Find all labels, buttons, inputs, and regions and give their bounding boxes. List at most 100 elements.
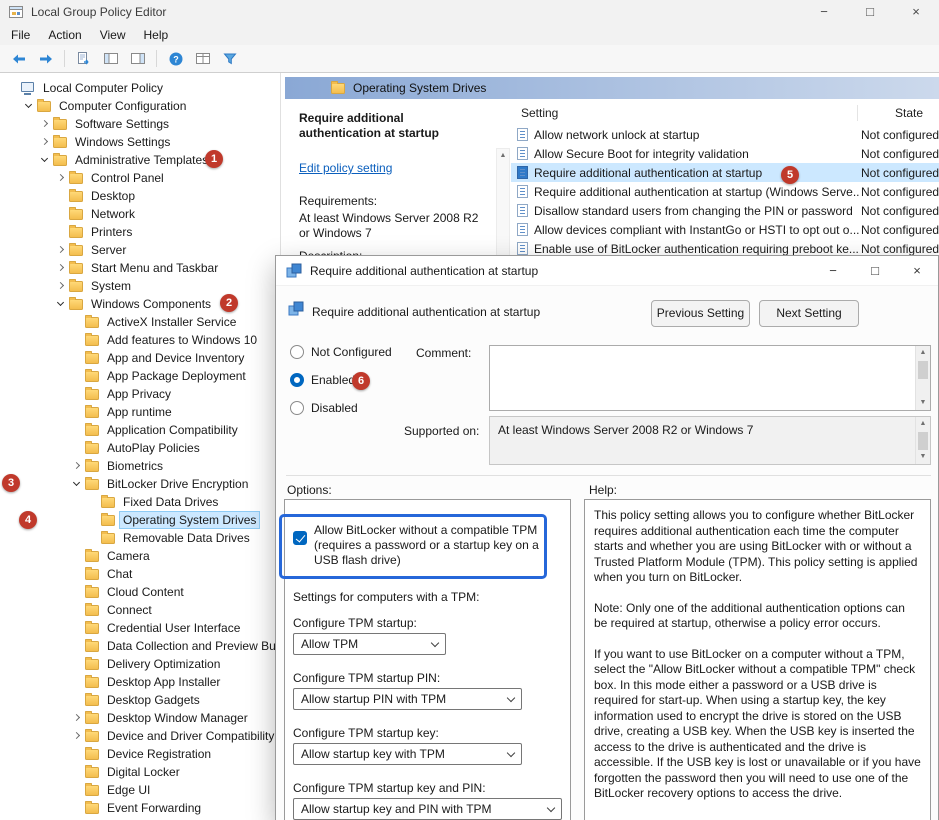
tree-item-biometrics[interactable]: Biometrics: [0, 457, 280, 475]
dialog-titlebar[interactable]: Require additional authentication at sta…: [276, 256, 938, 286]
tree-item-cloud-content[interactable]: Cloud Content: [0, 583, 280, 601]
tree-item-event-forwarding[interactable]: Event Forwarding: [0, 799, 280, 817]
setting-row[interactable]: Require additional authentication at sta…: [511, 182, 939, 201]
tree-item-activex-installer-service[interactable]: ActiveX Installer Service: [0, 313, 280, 331]
radio-button-icon[interactable]: [290, 401, 304, 415]
scroll-down-icon[interactable]: ▼: [916, 396, 930, 410]
setting-row[interactable]: Allow network unlock at startupNot confi…: [511, 125, 939, 144]
tree-item-camera[interactable]: Camera: [0, 547, 280, 565]
close-button[interactable]: ×: [893, 0, 939, 24]
tree-item-local-computer-policy[interactable]: Local Computer Policy: [0, 79, 280, 97]
tree-item-server[interactable]: Server: [0, 241, 280, 259]
expand-chevron-icon[interactable]: [54, 171, 68, 185]
menu-action[interactable]: Action: [39, 26, 90, 44]
tree-item-operating-system-drives[interactable]: Operating System Drives: [0, 511, 280, 529]
tree-item-delivery-optimization[interactable]: Delivery Optimization: [0, 655, 280, 673]
scroll-up-icon[interactable]: ▲: [916, 346, 930, 360]
tree-item-edge-ui[interactable]: Edge UI: [0, 781, 280, 799]
minimize-button[interactable]: −: [801, 0, 847, 24]
show-action-pane-icon[interactable]: [125, 47, 150, 71]
column-header-state[interactable]: State: [895, 106, 923, 120]
dialog-maximize-button[interactable]: □: [854, 256, 896, 285]
forward-icon[interactable]: [33, 47, 58, 71]
tree-item-chat[interactable]: Chat: [0, 565, 280, 583]
expand-chevron-icon[interactable]: [70, 459, 84, 473]
expand-chevron-icon[interactable]: [54, 297, 68, 311]
scroll-down-icon[interactable]: ▼: [916, 450, 930, 464]
scroll-up-icon[interactable]: ▲: [916, 417, 930, 431]
radio-disabled[interactable]: Disabled: [290, 400, 392, 415]
dropdown-configure-tpm-startup-key[interactable]: Allow startup key with TPM: [293, 743, 522, 765]
menu-view[interactable]: View: [91, 26, 135, 44]
tree-item-app-and-device-inventory[interactable]: App and Device Inventory: [0, 349, 280, 367]
next-setting-button[interactable]: Next Setting: [759, 300, 859, 327]
tree-item-data-collection-and-preview-builds[interactable]: Data Collection and Preview Builds: [0, 637, 280, 655]
expand-chevron-icon[interactable]: [38, 135, 52, 149]
menu-file[interactable]: File: [2, 26, 39, 44]
tree-item-bitlocker-drive-encryption[interactable]: BitLocker Drive Encryption: [0, 475, 280, 493]
expand-chevron-icon[interactable]: [70, 711, 84, 725]
window-titlebar[interactable]: Local Group Policy Editor − □ ×: [0, 0, 939, 24]
back-icon[interactable]: [6, 47, 31, 71]
tree-item-fixed-data-drives[interactable]: Fixed Data Drives: [0, 493, 280, 511]
comment-textarea[interactable]: ▲ ▼: [489, 345, 931, 411]
tree-item-printers[interactable]: Printers: [0, 223, 280, 241]
tree-item-windows-settings[interactable]: Windows Settings: [0, 133, 280, 151]
tree-item-removable-data-drives[interactable]: Removable Data Drives: [0, 529, 280, 547]
tree-item-control-panel[interactable]: Control Panel: [0, 169, 280, 187]
expand-chevron-icon[interactable]: [70, 477, 84, 491]
expand-chevron-icon[interactable]: [54, 243, 68, 257]
tree-item-connect[interactable]: Connect: [0, 601, 280, 619]
expand-chevron-icon[interactable]: [38, 153, 52, 167]
menu-help[interactable]: Help: [135, 26, 178, 44]
radio-button-icon[interactable]: [290, 345, 304, 359]
tree-item-app-package-deployment[interactable]: App Package Deployment: [0, 367, 280, 385]
tree-item-desktop-gadgets[interactable]: Desktop Gadgets: [0, 691, 280, 709]
column-header-setting[interactable]: Setting: [521, 106, 558, 120]
dropdown-configure-tpm-startup-pin[interactable]: Allow startup PIN with TPM: [293, 688, 522, 710]
tree-item-app-runtime[interactable]: App runtime: [0, 403, 280, 421]
setting-row[interactable]: Allow devices compliant with InstantGo o…: [511, 220, 939, 239]
dropdown-configure-tpm-startup-key-and-pin[interactable]: Allow startup key and PIN with TPM: [293, 798, 562, 820]
expand-chevron-icon[interactable]: [54, 279, 68, 293]
dialog-minimize-button[interactable]: −: [812, 256, 854, 285]
tree-item-desktop[interactable]: Desktop: [0, 187, 280, 205]
expand-chevron-icon[interactable]: [38, 117, 52, 131]
tree-item-device-registration[interactable]: Device Registration: [0, 745, 280, 763]
tree-item-network[interactable]: Network: [0, 205, 280, 223]
tree-item-add-features-to-windows-10[interactable]: Add features to Windows 10: [0, 331, 280, 349]
maximize-button[interactable]: □: [847, 0, 893, 24]
comment-scrollbar[interactable]: ▲ ▼: [915, 346, 930, 410]
tree-item-software-settings[interactable]: Software Settings: [0, 115, 280, 133]
filter-icon[interactable]: [217, 47, 242, 71]
tree-item-digital-locker[interactable]: Digital Locker: [0, 763, 280, 781]
tree-item-app-privacy[interactable]: App Privacy: [0, 385, 280, 403]
tree-item-administrative-templates[interactable]: Administrative Templates: [0, 151, 280, 169]
setting-row[interactable]: Disallow standard users from changing th…: [511, 201, 939, 220]
tree-item-desktop-app-installer[interactable]: Desktop App Installer: [0, 673, 280, 691]
expand-chevron-icon[interactable]: [70, 729, 84, 743]
tree-item-device-and-driver-compatibility[interactable]: Device and Driver Compatibility: [0, 727, 280, 745]
tree-item-computer-configuration[interactable]: Computer Configuration: [0, 97, 280, 115]
tree-item-windows-components[interactable]: Windows Components: [0, 295, 280, 313]
scroll-thumb[interactable]: [918, 361, 928, 379]
expand-chevron-icon[interactable]: [54, 261, 68, 275]
extended-view-icon[interactable]: [190, 47, 215, 71]
tree-item-system[interactable]: System: [0, 277, 280, 295]
scroll-thumb[interactable]: [918, 432, 928, 450]
dropdown-configure-tpm-startup[interactable]: Allow TPM: [293, 633, 446, 655]
help-icon[interactable]: ?: [163, 47, 188, 71]
radio-button-icon[interactable]: [290, 373, 304, 387]
setting-row[interactable]: Require additional authentication at sta…: [511, 163, 939, 182]
export-list-icon[interactable]: [71, 47, 96, 71]
tree-item-credential-user-interface[interactable]: Credential User Interface: [0, 619, 280, 637]
scroll-up-icon[interactable]: ▲: [497, 149, 509, 163]
radio-not-configured[interactable]: Not Configured: [290, 344, 392, 359]
previous-setting-button[interactable]: Previous Setting: [651, 300, 750, 327]
dialog-close-button[interactable]: ×: [896, 256, 938, 285]
setting-row[interactable]: Allow Secure Boot for integrity validati…: [511, 144, 939, 163]
edit-policy-setting-link[interactable]: Edit policy setting: [299, 161, 484, 176]
show-console-tree-icon[interactable]: [98, 47, 123, 71]
expand-chevron-icon[interactable]: [22, 99, 36, 113]
tree-item-start-menu-and-taskbar[interactable]: Start Menu and Taskbar: [0, 259, 280, 277]
